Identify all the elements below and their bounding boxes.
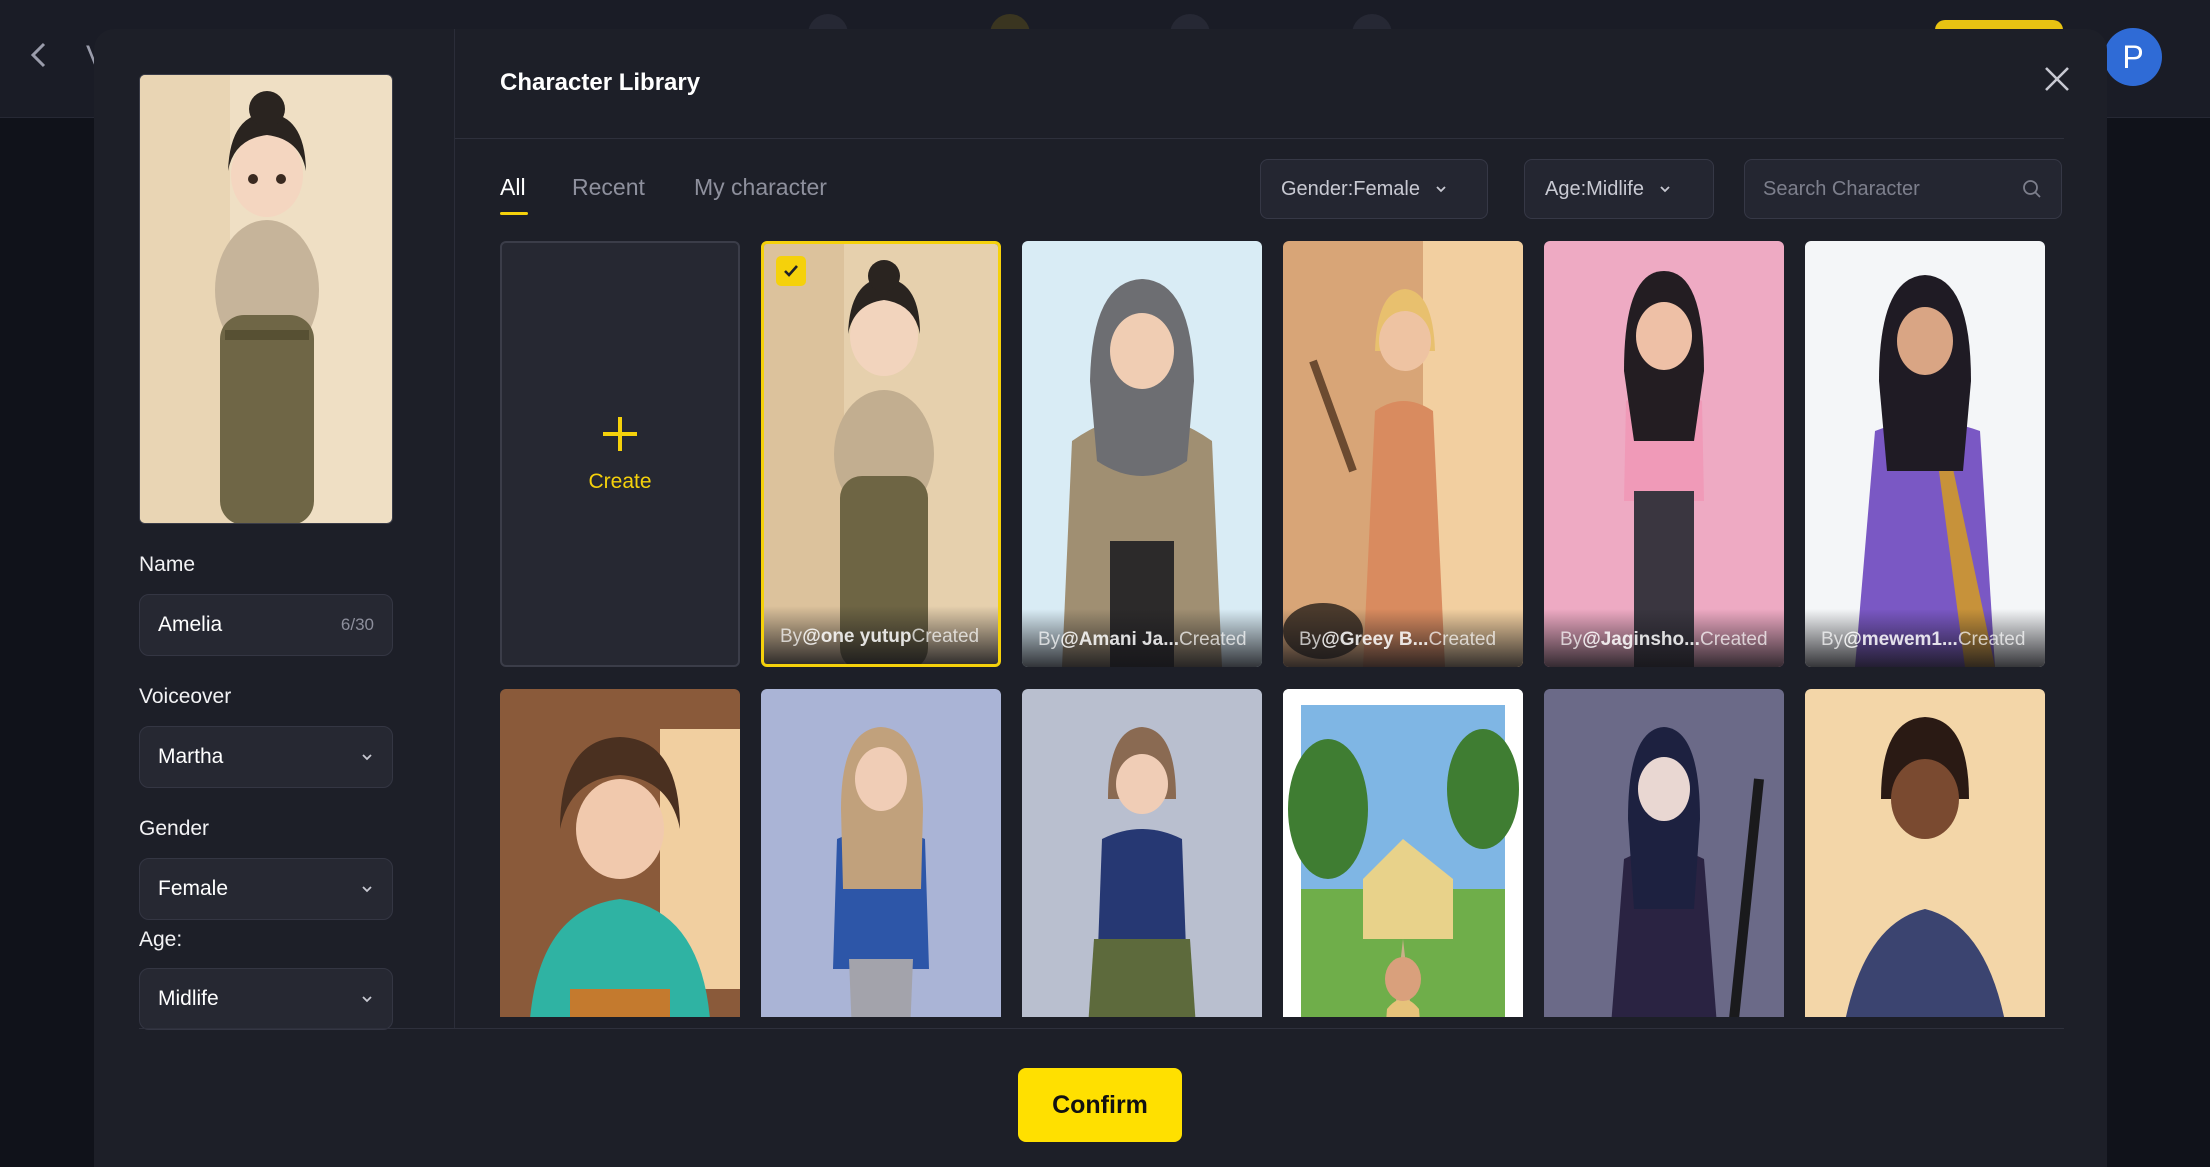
character-portrait (1022, 689, 1262, 1017)
age-filter-dropdown[interactable]: Age:Midlife (1524, 159, 1714, 219)
avatar[interactable]: P (2104, 28, 2162, 86)
search-box (1744, 159, 2062, 219)
character-card[interactable]: By @Greey B... Created (1283, 241, 1523, 667)
age-value: Midlife (158, 987, 219, 1010)
tab-my-character[interactable]: My character (694, 174, 827, 201)
character-portrait (1805, 689, 2045, 1017)
name-field[interactable]: Amelia 6/30 (139, 594, 393, 656)
character-card[interactable] (1805, 689, 2045, 1017)
create-label: Create (588, 470, 652, 493)
character-editor-panel: Name Amelia 6/30 Voiceover Martha Gender… (94, 29, 455, 1030)
search-icon[interactable] (2021, 178, 2043, 200)
close-icon[interactable] (2040, 62, 2074, 96)
character-portrait (761, 689, 1001, 1017)
voiceover-select[interactable]: Martha (139, 726, 393, 788)
voiceover-label: Voiceover (139, 685, 232, 708)
search-input[interactable] (1763, 177, 2003, 201)
create-character-card[interactable]: Create (500, 241, 740, 667)
chevron-down-icon (362, 996, 372, 1003)
age-label: Age: (139, 928, 183, 951)
character-portrait (500, 689, 740, 1017)
chevron-down-icon (1660, 186, 1670, 193)
card-credit: By @Jaginsho... Created (1544, 609, 1784, 667)
character-card[interactable]: By @mewem1... Created (1805, 241, 2045, 667)
name-value: Amelia (158, 613, 223, 636)
tab-recent[interactable]: Recent (572, 174, 645, 201)
card-credit: By @Amani Ja... Created (1022, 609, 1262, 667)
character-card[interactable] (1544, 689, 1784, 1017)
check-icon (784, 265, 798, 277)
name-char-counter: 6/30 (340, 615, 374, 634)
gender-filter-dropdown[interactable]: Gender:Female (1260, 159, 1488, 219)
character-portrait (1283, 241, 1523, 667)
character-card[interactable]: By @one yutup Created (761, 241, 1001, 667)
back-icon[interactable] (22, 38, 56, 72)
character-card[interactable] (1022, 689, 1262, 1017)
character-portrait (1283, 689, 1523, 1017)
character-card[interactable]: By @Jaginsho... Created (1544, 241, 1784, 667)
name-label: Name (139, 553, 196, 576)
character-portrait (764, 244, 998, 664)
modal-title: Character Library (500, 69, 701, 96)
header-divider (455, 138, 2064, 139)
plus-icon (603, 417, 637, 451)
selected-checkbox[interactable] (776, 256, 806, 286)
character-portrait (1544, 689, 1784, 1017)
chevron-down-icon (1436, 186, 1446, 193)
character-portrait (1544, 241, 1784, 667)
character-preview-image (139, 74, 393, 524)
character-card[interactable]: By @Amani Ja... Created (1022, 241, 1262, 667)
voiceover-value: Martha (158, 745, 224, 768)
age-select[interactable]: Midlife (139, 968, 393, 1030)
gender-filter-label: Gender:Female (1281, 177, 1420, 200)
character-card[interactable] (761, 689, 1001, 1017)
gender-select[interactable]: Female (139, 858, 393, 920)
footer-divider (139, 1028, 2064, 1029)
confirm-button[interactable]: Confirm (1018, 1068, 1182, 1142)
character-portrait (1022, 241, 1262, 667)
character-portrait (1805, 241, 2045, 667)
chevron-down-icon (362, 886, 372, 893)
tab-all[interactable]: All (500, 174, 526, 201)
active-tab-indicator (500, 212, 528, 215)
character-grid: Create By @one yutup Created By @Amani J… (500, 241, 2052, 1017)
card-credit: By @one yutup Created (764, 606, 998, 664)
age-filter-label: Age:Midlife (1545, 177, 1644, 200)
character-card[interactable] (500, 689, 740, 1017)
gender-value: Female (158, 877, 229, 900)
character-card[interactable] (1283, 689, 1523, 1017)
gender-label: Gender (139, 817, 210, 840)
card-credit: By @mewem1... Created (1805, 609, 2045, 667)
card-credit: By @Greey B... Created (1283, 609, 1523, 667)
character-library-modal: Name Amelia 6/30 Voiceover Martha Gender… (94, 29, 2107, 1167)
chevron-down-icon (362, 754, 372, 761)
